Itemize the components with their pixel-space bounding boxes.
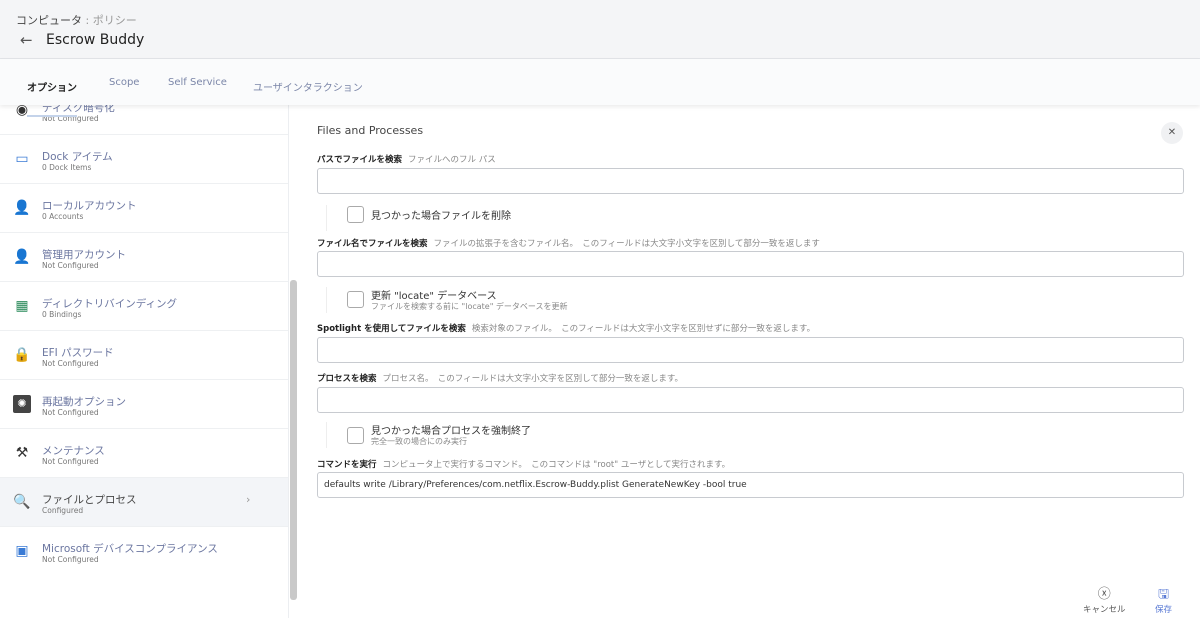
device-compliance-icon: ▣	[15, 543, 29, 559]
files-processes-panel: Files and Processes ✕ パスでファイルを検索 ファイルへのフル…	[299, 105, 1200, 618]
search-name-input[interactable]	[317, 251, 1184, 277]
sidebar-item-efi-password[interactable]: 🔒 EFI パスワード Not Configured	[0, 331, 288, 380]
user-icon: 👤	[13, 200, 31, 216]
sidebar-item-status: Not Configured	[42, 261, 99, 270]
sidebar-item-label: メンテナンス	[42, 445, 105, 457]
sidebar: ◉ ディスク暗号化 Not Configured ▭ Dock アイテム 0 Dock …	[0, 105, 289, 618]
cancel-circle-x-icon: ⓧ	[1097, 587, 1111, 602]
command-label: コマンドを実行 コンピュータ上で実行するコマンド。 このコマンドは "root" …	[317, 460, 731, 470]
chevron-right-icon: ›	[246, 493, 251, 506]
sidebar-item-label: 再起動オプション	[42, 396, 126, 408]
save-disk-icon: 🖫	[1157, 587, 1170, 602]
sidebar-item-status: Not Configured	[42, 555, 99, 564]
page-header: コンピュータ : ポリシー ← Escrow Buddy	[0, 0, 1200, 59]
sidebar-item-status: Not Configured	[42, 457, 99, 466]
tab-scope[interactable]: Scope	[109, 77, 139, 88]
panel-title: Files and Processes	[317, 124, 424, 137]
cancel-label: キャンセル	[1083, 605, 1126, 615]
sidebar-item-files-processes[interactable]: 🔍 ファイルとプロセス Configured ›	[0, 478, 288, 527]
update-locate-subtext: ファイルを検索する前に "locate" データベースを更新	[371, 302, 568, 311]
spotlight-label: Spotlight を使用してファイルを検索 検索対象のファイル。 このフィールド…	[317, 324, 816, 334]
update-locate-option: 更新 "locate" データベース ファイルを検索する前に "locate" …	[326, 287, 568, 313]
sidebar-item-status: Not Configured	[42, 408, 99, 417]
sidebar-item-label: Dock アイテム	[42, 151, 113, 163]
sidebar-item-label: ディレクトリバインディング	[42, 298, 178, 310]
sidebar-item-status: 0 Accounts	[42, 212, 84, 221]
kill-process-option: 見つかった場合プロセスを強制終了 完全一致の場合にのみ実行	[326, 422, 531, 448]
lock-icon: 🔒	[13, 347, 31, 363]
back-arrow-icon[interactable]: ←	[20, 31, 33, 49]
tab-self-service[interactable]: Self Service	[168, 77, 227, 88]
sidebar-item-status: 0 Bindings	[42, 310, 82, 319]
sidebar-item-disk-encryption[interactable]: ◉ ディスク暗号化 Not Configured	[0, 105, 288, 135]
update-locate-label: 更新 "locate" データベース	[371, 291, 497, 302]
sidebar-item-microsoft-compliance[interactable]: ▣ Microsoft デバイスコンプライアンス Not Configured	[0, 527, 288, 576]
restart-icon: ✺	[13, 395, 31, 413]
sidebar-item-admin-account[interactable]: 👤 管理用アカウント Not Configured	[0, 233, 288, 282]
sidebar-item-local-account[interactable]: 👤 ローカルアカウント 0 Accounts	[0, 184, 288, 233]
search-path-input[interactable]	[317, 168, 1184, 194]
process-input[interactable]	[317, 387, 1184, 413]
sidebar-item-maintenance[interactable]: ⚒ メンテナンス Not Configured	[0, 429, 288, 478]
process-label: プロセスを検索 プロセス名。 このフィールドは大文字小文字を区別して部分一致を返し…	[317, 374, 683, 384]
sidebar-item-status: 0 Dock Items	[42, 163, 92, 172]
kill-process-subtext: 完全一致の場合にのみ実行	[371, 437, 467, 446]
search-name-label: ファイル名でファイルを検索 ファイルの拡張子を含むファイル名。 このフィールドは大…	[317, 239, 820, 249]
sidebar-item-restart-options[interactable]: ✺ 再起動オプション Not Configured	[0, 380, 288, 429]
sidebar-item-label: EFI パスワード	[42, 347, 114, 359]
kill-process-checkbox[interactable]	[347, 427, 364, 444]
delete-file-option: 見つかった場合ファイルを削除	[326, 205, 511, 231]
admin-user-icon: 👤	[13, 249, 31, 265]
page-title: Escrow Buddy	[46, 32, 145, 48]
delete-file-label: 見つかった場合ファイルを削除	[371, 211, 511, 222]
close-icon[interactable]: ✕	[1161, 122, 1183, 144]
save-button[interactable]: 🖫 保存	[1155, 587, 1172, 615]
tab-user-interaction[interactable]: ユーザインタラクション	[253, 79, 363, 94]
breadcrumb-current[interactable]: ポリシー	[93, 14, 137, 27]
sidebar-item-label: ファイルとプロセス	[42, 494, 137, 506]
kill-process-label: 見つかった場合プロセスを強制終了	[371, 426, 531, 437]
breadcrumb-parent[interactable]: コンピュータ	[16, 14, 82, 27]
tab-bar: オプション Scope Self Service ユーザインタラクション	[0, 59, 1200, 117]
monitor-icon: ▭	[15, 151, 29, 167]
sidebar-item-label: Microsoft デバイスコンプライアンス	[42, 543, 218, 555]
sidebar-item-dock[interactable]: ▭ Dock アイテム 0 Dock Items	[0, 135, 288, 184]
save-label: 保存	[1155, 605, 1173, 615]
sidebar-item-label: ローカルアカウント	[42, 200, 137, 212]
command-input[interactable]	[317, 472, 1184, 498]
sidebar-item-label: 管理用アカウント	[42, 249, 126, 261]
breadcrumb: コンピュータ : ポリシー	[16, 12, 137, 28]
sidebar-scrollbar[interactable]	[290, 280, 297, 600]
update-locate-checkbox[interactable]	[347, 291, 364, 308]
sidebar-item-status: Not Configured	[42, 359, 99, 368]
breadcrumb-separator: :	[85, 14, 90, 27]
directory-icon: ▦	[15, 298, 29, 314]
search-path-label: パスでファイルを検索 ファイルへのフル パス	[317, 155, 496, 165]
magnifier-icon: 🔍	[13, 494, 31, 510]
tab-options[interactable]: オプション	[27, 79, 77, 117]
sidebar-item-status: Configured	[42, 506, 84, 515]
sidebar-item-directory-binding[interactable]: ▦ ディレクトリバインディング 0 Bindings	[0, 282, 288, 331]
cancel-button[interactable]: ⓧ キャンセル	[1083, 587, 1126, 615]
delete-file-checkbox[interactable]	[347, 206, 364, 223]
spotlight-input[interactable]	[317, 337, 1184, 363]
tools-icon: ⚒	[15, 445, 29, 461]
